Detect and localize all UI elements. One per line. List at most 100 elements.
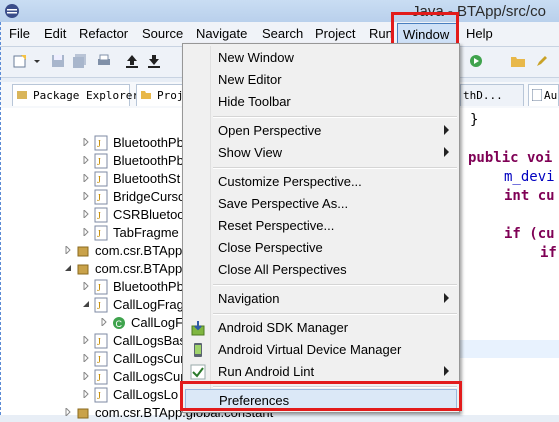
expand-arrow-icon[interactable] [82,390,90,398]
pen-icon[interactable] [534,53,550,69]
menu-separator [213,167,457,169]
svg-text:J: J [97,175,101,186]
eclipse-icon [5,4,19,18]
java-file-icon: J [94,207,108,223]
java-file-icon: J [94,189,108,205]
menu-hide-toolbar[interactable]: Hide Toolbar [185,91,457,113]
java-file-icon: J [94,279,108,295]
svg-text:J: J [97,373,101,384]
expand-arrow-icon[interactable] [82,228,90,236]
menu-new-window[interactable]: New Window [185,47,457,69]
expand-arrow-icon[interactable] [82,138,90,146]
java-file-icon: J [94,387,108,403]
collapse-arrow-icon[interactable] [64,264,72,272]
svg-text:J: J [97,301,101,312]
tab-package-explorer[interactable]: Package Explorer [12,84,139,106]
android-device-icon [194,343,202,357]
save-all-icon[interactable] [72,53,88,69]
java-file-icon: J [94,225,108,241]
menu-reset-perspective[interactable]: Reset Perspective... [185,215,457,237]
java-file-icon: J [94,171,108,187]
code-editor[interactable]: } public voi m_devi int cu if (cu if [460,108,559,415]
code-line: } [470,112,479,128]
menu-refactor[interactable]: Refactor [79,26,128,41]
tab-project[interactable]: Proj [136,84,186,106]
menu-file[interactable]: File [9,26,30,41]
class-icon: C [113,317,125,329]
menu-separator [213,116,457,118]
java-file-icon [532,89,542,101]
menu-edit[interactable]: Edit [44,26,66,41]
code-line: if (cu [504,226,555,242]
menu-navigation[interactable]: Navigation [185,288,457,310]
menu-run-android-lint[interactable]: Run Android Lint [185,361,457,383]
menu-android-sdk-manager[interactable]: Android SDK Manager [185,317,457,339]
svg-text:J: J [97,355,101,366]
new-icon[interactable] [12,53,28,69]
code-line: int cu [504,188,555,204]
package-icon [17,91,27,99]
current-line-highlight [460,340,559,358]
menu-open-perspective[interactable]: Open Perspective [185,120,457,142]
open-folder-icon[interactable] [510,53,526,69]
expand-arrow-icon[interactable] [82,282,90,290]
chevron-down-icon[interactable] [32,53,42,69]
menu-navigate[interactable]: Navigate [196,26,247,41]
menu-help[interactable]: Help [466,26,493,41]
expand-arrow-icon[interactable] [82,210,90,218]
submenu-arrow-icon [444,125,449,135]
tab-package-explorer-label: Package Explorer [33,89,139,102]
tab-editor-2-label: Au [544,89,558,102]
submenu-arrow-icon [444,366,449,376]
download-icon[interactable] [146,53,162,69]
collapse-arrow-icon[interactable] [82,300,90,308]
submenu-arrow-icon [444,147,449,157]
tab-editor-1-label: thD... [463,89,503,102]
java-file-icon: J [94,333,108,349]
menu-show-view[interactable]: Show View [185,142,457,164]
expand-arrow-icon[interactable] [64,246,72,254]
svg-text:J: J [97,391,101,402]
expand-arrow-icon[interactable] [82,372,90,380]
upload-icon[interactable] [124,53,140,69]
menu-close-all-perspectives[interactable]: Close All Perspectives [185,259,457,281]
menu-project[interactable]: Project [315,26,355,41]
dashed-guide [0,22,3,415]
code-line: m_devi [504,169,555,185]
checkmark-icon [190,364,206,380]
tab-editor-2[interactable]: Au [528,84,559,106]
expand-arrow-icon[interactable] [82,174,90,182]
java-file-icon: J [94,369,108,385]
menu-source[interactable]: Source [142,26,183,41]
print-icon[interactable] [96,53,112,69]
menu-save-perspective-as[interactable]: Save Perspective As... [185,193,457,215]
window-dropdown-menu: New Window New Editor Hide Toolbar Open … [182,43,460,413]
java-file-icon: J [94,135,108,151]
expand-arrow-icon[interactable] [82,156,90,164]
menu-customize-perspective[interactable]: Customize Perspective... [185,171,457,193]
svg-text:J: J [97,193,101,204]
menu-new-editor[interactable]: New Editor [185,69,457,91]
menu-search[interactable]: Search [262,26,303,41]
expand-arrow-icon[interactable] [82,192,90,200]
menu-close-perspective[interactable]: Close Perspective [185,237,457,259]
android-sdk-icon [191,321,205,336]
svg-text:C: C [116,319,123,329]
submenu-arrow-icon [444,293,449,303]
svg-text:J: J [97,157,101,168]
save-icon[interactable] [50,53,66,69]
preferences-highlight [180,381,462,411]
expand-arrow-icon[interactable] [82,354,90,362]
tab-editor-1[interactable]: thD... [460,84,524,106]
run-config-icon[interactable] [468,53,484,69]
package-icon [77,408,89,419]
tab-project-label: Proj [157,89,184,102]
expand-arrow-icon[interactable] [100,318,108,326]
java-file-icon: J [94,297,108,313]
svg-text:J: J [97,211,101,222]
expand-arrow-icon[interactable] [82,336,90,344]
java-file-icon: J [94,153,108,169]
menu-separator [213,284,457,286]
menu-android-avd-manager[interactable]: Android Virtual Device Manager [185,339,457,361]
menu-run[interactable]: Run [369,26,393,41]
